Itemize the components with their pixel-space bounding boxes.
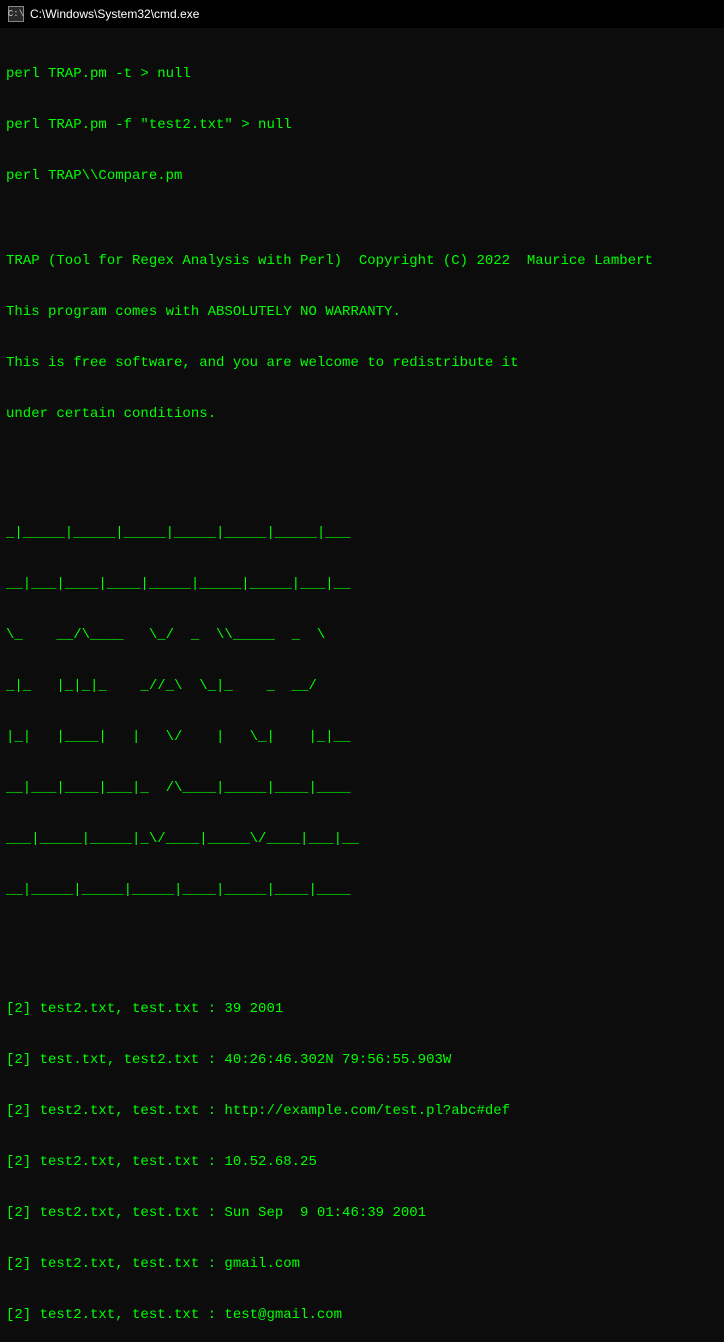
output-line: [2] test2.txt, test.txt : test@gmail.com bbox=[6, 1307, 718, 1324]
cmd-icon: C:\ bbox=[8, 6, 24, 22]
terminal-line: perl TRAP\\Compare.pm bbox=[6, 168, 718, 185]
ascii-art-line: _|_ |_|_|_ _//_\ \_|_ _ __/ bbox=[6, 678, 718, 695]
terminal-line: perl TRAP.pm -f "test2.txt" > null bbox=[6, 117, 718, 134]
window-title: C:\Windows\System32\cmd.exe bbox=[30, 7, 199, 21]
output-line: [2] test2.txt, test.txt : 10.52.68.25 bbox=[6, 1154, 718, 1171]
ascii-art-line: __|_____|_____|_____|____|_____|____|___… bbox=[6, 882, 718, 899]
ascii-art-line: __|___|____|___|_ /\____|_____|____|____ bbox=[6, 780, 718, 797]
output-line: [2] test2.txt, test.txt : Sun Sep 9 01:4… bbox=[6, 1205, 718, 1222]
terminal-line: perl TRAP.pm -t > null bbox=[6, 66, 718, 83]
terminal-line: This program comes with ABSOLUTELY NO WA… bbox=[6, 304, 718, 321]
output-line: [2] test2.txt, test.txt : http://example… bbox=[6, 1103, 718, 1120]
ascii-art-line: _|_____|_____|_____|_____|_____|_____|__… bbox=[6, 525, 718, 542]
ascii-art-line: |_| |____| | \/ | \_| |_|__ bbox=[6, 729, 718, 746]
terminal-line: This is free software, and you are welco… bbox=[6, 355, 718, 372]
ascii-art-line: \_ __/\____ \_/ _ \\_____ _ \ bbox=[6, 627, 718, 644]
ascii-art-line: __|___|____|____|_____|_____|_____|___|_… bbox=[6, 576, 718, 593]
terminal-line: TRAP (Tool for Regex Analysis with Perl)… bbox=[6, 253, 718, 270]
terminal-line: under certain conditions. bbox=[6, 406, 718, 423]
window-titlebar: C:\ C:\Windows\System32\cmd.exe bbox=[0, 0, 724, 28]
output-line: [2] test.txt, test2.txt : 40:26:46.302N … bbox=[6, 1052, 718, 1069]
terminal-output[interactable]: perl TRAP.pm -t > null perl TRAP.pm -f "… bbox=[0, 28, 724, 1342]
output-line: [2] test2.txt, test.txt : gmail.com bbox=[6, 1256, 718, 1273]
output-line: [2] test2.txt, test.txt : 39 2001 bbox=[6, 1001, 718, 1018]
ascii-art-line: ___|_____|_____|_\/____|_____\/____|___|… bbox=[6, 831, 718, 848]
